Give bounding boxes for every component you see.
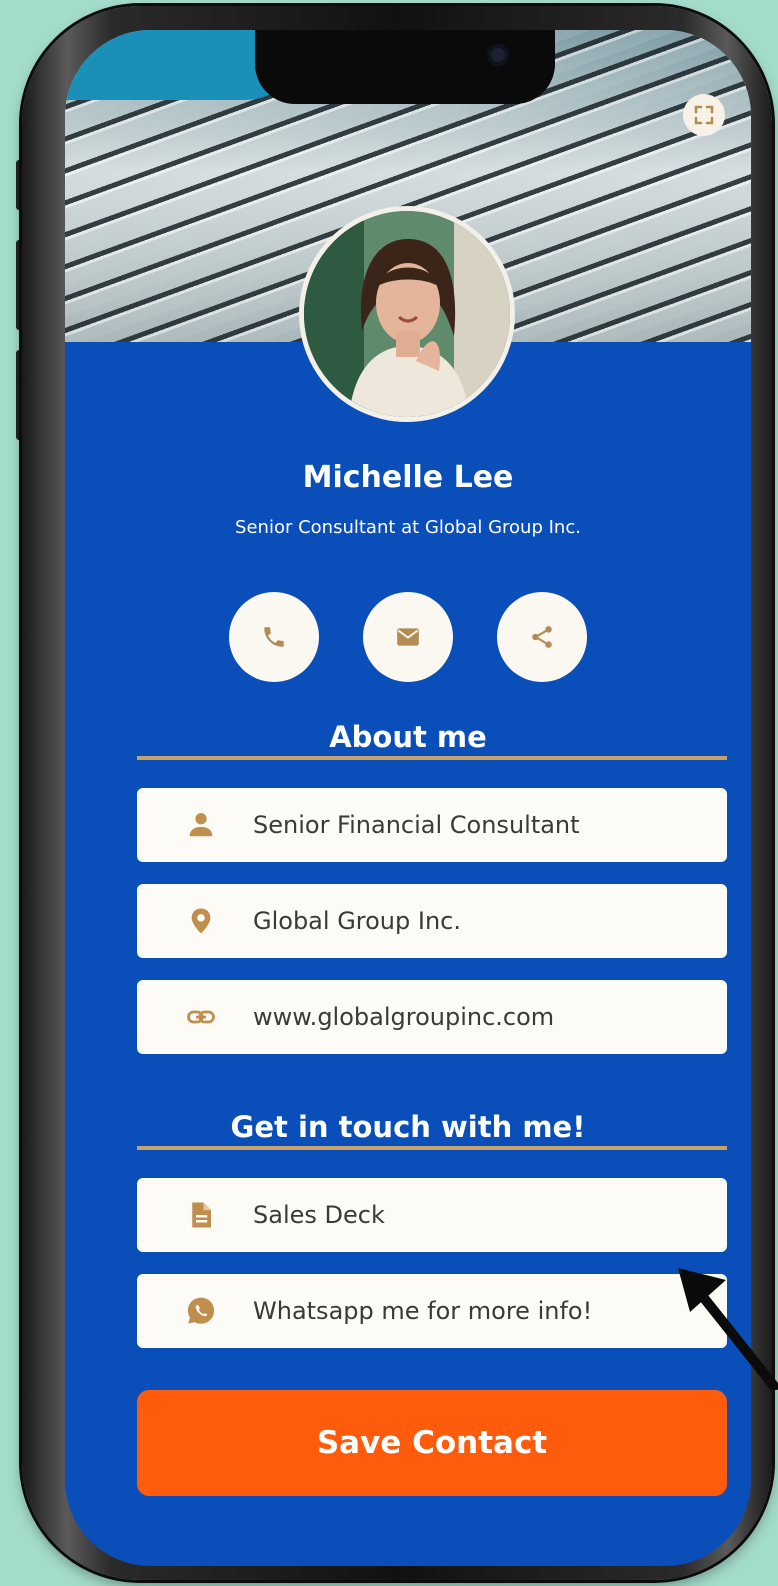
business-card-screen: Michelle Lee Senior Consultant at Global… (65, 30, 751, 1566)
person-icon (189, 813, 213, 837)
camera-icon (487, 44, 509, 66)
phone-frame: Michelle Lee Senior Consultant at Global… (22, 6, 772, 1580)
expand-icon (694, 105, 714, 125)
avatar (299, 206, 515, 422)
profile-subtitle: Senior Consultant at Global Group Inc. (235, 517, 581, 538)
email-button[interactable] (363, 592, 453, 682)
about-item-label: Senior Financial Consultant (253, 811, 580, 839)
document-icon (192, 1202, 211, 1228)
about-item-company[interactable]: Global Group Inc. (137, 884, 727, 958)
contact-title: Get in touch with me! (230, 1110, 586, 1144)
profile-photo (304, 211, 510, 417)
share-icon (532, 626, 552, 648)
about-title: About me (329, 720, 487, 754)
pointer-arrow-icon (678, 1268, 778, 1390)
share-button[interactable] (497, 592, 587, 682)
contact-divider (137, 1146, 727, 1150)
link-icon (187, 1010, 215, 1024)
save-contact-button[interactable]: Save Contact (137, 1390, 727, 1496)
location-pin-icon (191, 908, 211, 934)
contact-item-whatsapp[interactable]: Whatsapp me for more info! (137, 1274, 727, 1348)
about-item-website[interactable]: www.globalgroupinc.com (137, 980, 727, 1054)
profile-name: Michelle Lee (302, 460, 514, 495)
whatsapp-icon (187, 1297, 215, 1324)
quick-actions (65, 592, 751, 682)
contact-item-sales-deck[interactable]: Sales Deck (137, 1178, 727, 1252)
call-button[interactable] (229, 592, 319, 682)
contact-item-label: Sales Deck (253, 1201, 385, 1229)
about-divider (137, 756, 727, 760)
contact-item-label: Whatsapp me for more info! (253, 1297, 593, 1325)
about-item-job-title[interactable]: Senior Financial Consultant (137, 788, 727, 862)
phone-icon (264, 627, 284, 647)
expand-button[interactable] (683, 94, 725, 136)
mail-icon (397, 628, 419, 646)
phone-notch (255, 30, 555, 104)
about-item-label: Global Group Inc. (253, 907, 461, 935)
about-item-label: www.globalgroupinc.com (253, 1003, 555, 1031)
